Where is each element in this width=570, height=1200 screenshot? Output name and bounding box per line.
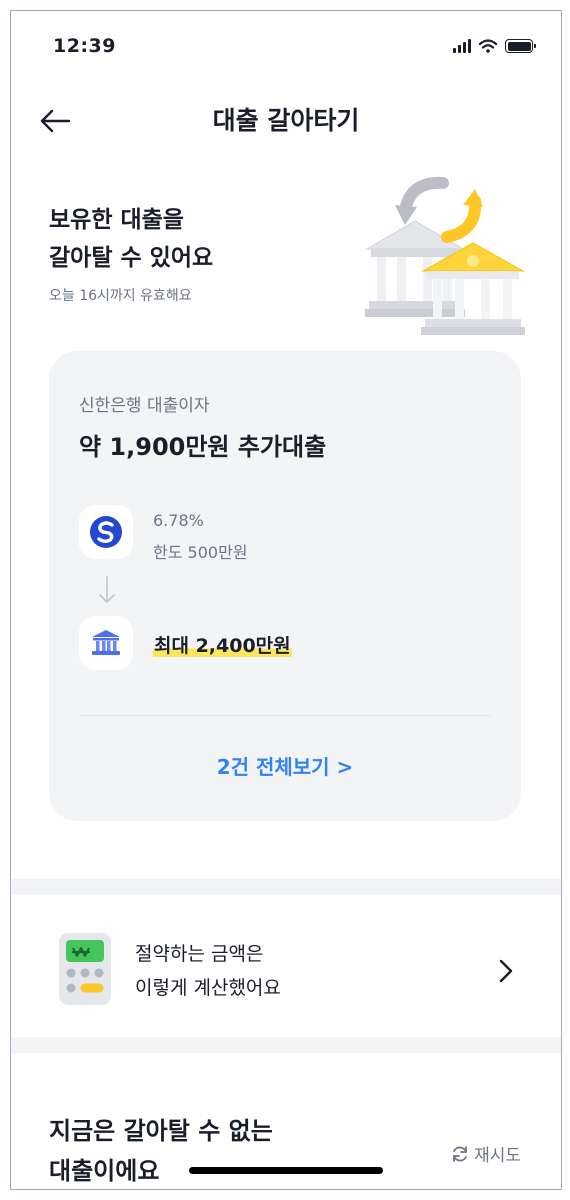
card-subtitle: 신한은행 대출이자 bbox=[79, 396, 210, 416]
shinhan-bank-logo bbox=[79, 505, 133, 559]
hero-section: 보유한 대출을 갈아탈 수 있어요 오늘 16시까지 유효해요 bbox=[49, 201, 213, 305]
current-loan-limit: 한도 500만원 bbox=[153, 543, 248, 562]
section-divider bbox=[11, 1037, 561, 1053]
status-time: 12:39 bbox=[53, 35, 116, 57]
shinhan-logo-icon bbox=[90, 516, 122, 548]
bank-building-icon bbox=[92, 630, 120, 655]
calculator-icon bbox=[59, 933, 111, 1005]
hero-subtitle: 오늘 16시까지 유효해요 bbox=[49, 288, 192, 304]
retry-label: 재시도 bbox=[474, 1146, 521, 1166]
current-loan-rate: 6.78% bbox=[153, 511, 204, 530]
cellular-signal-icon bbox=[453, 39, 471, 53]
savings-calculation-row[interactable]: 절약하는 금액은 이렇게 계산했어요 bbox=[11, 897, 561, 1051]
retry-button[interactable]: 재시도 bbox=[450, 1141, 521, 1166]
nav-bar: 대출 갈아타기 bbox=[11, 83, 561, 153]
loan-offer-card: 신한은행 대출이자 약 1,900만원 추가대출 6.78% 한도 500만원 bbox=[49, 351, 521, 821]
new-loan-max-limit: 최대 2,400만원 bbox=[153, 631, 292, 658]
bank-switch-illustration bbox=[365, 176, 525, 335]
unavailable-loans-title: 지금은 갈아탈 수 없는 대출이에요 bbox=[49, 1117, 273, 1185]
wifi-icon bbox=[479, 39, 497, 53]
phone-frame: 12:39 대출 갈아타기 보유한 대출을 갈아탈 수 있어요 오늘 16시까지… bbox=[10, 10, 562, 1190]
max-limit-highlight: 최대 2,400만원 bbox=[153, 635, 292, 657]
view-all-button[interactable]: 2건 전체보기 > bbox=[49, 751, 521, 780]
card-divider bbox=[79, 715, 491, 716]
new-bank-logo bbox=[79, 616, 133, 670]
hero-title: 보유한 대출을 갈아탈 수 있어요 bbox=[49, 207, 214, 271]
arrow-down-icon bbox=[99, 576, 115, 603]
refresh-icon bbox=[453, 1145, 467, 1162]
page-title: 대출 갈아타기 bbox=[212, 106, 360, 135]
card-title: 약 1,900만원 추가대출 bbox=[79, 433, 327, 461]
section-divider bbox=[11, 879, 561, 895]
calculation-explanation-text: 절약하는 금액은 이렇게 계산했어요 bbox=[135, 943, 281, 999]
chevron-right-icon bbox=[499, 959, 513, 983]
status-icons bbox=[453, 39, 536, 53]
home-indicator[interactable] bbox=[189, 1167, 383, 1174]
status-bar: 12:39 bbox=[11, 11, 561, 81]
battery-icon bbox=[505, 39, 536, 53]
